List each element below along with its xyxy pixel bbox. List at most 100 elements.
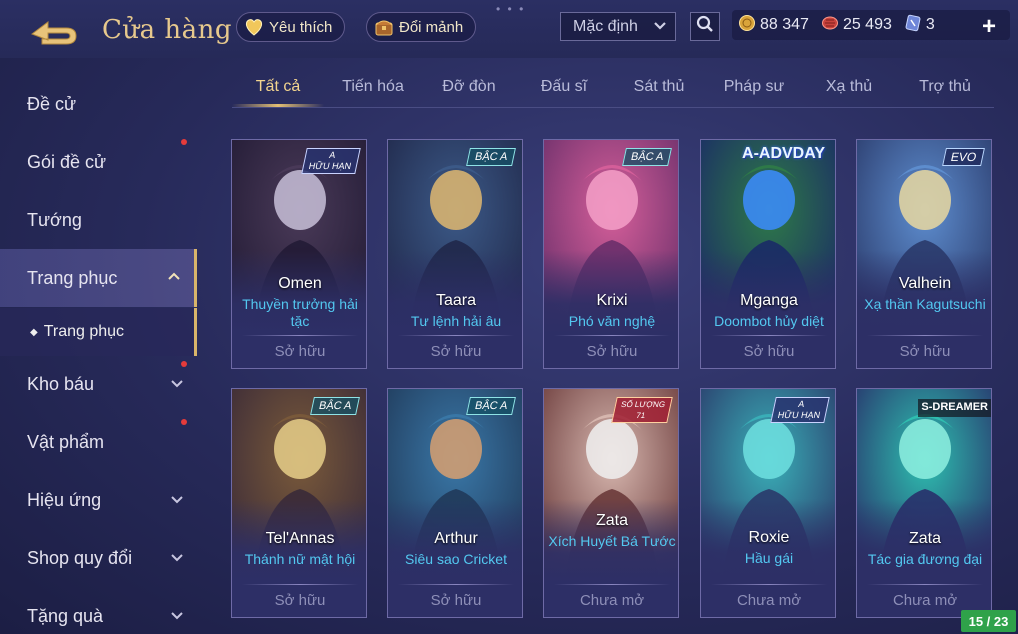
skin-card[interactable]: BẬC A Taara Tư lệnh hải âu Sở hữu [387, 139, 523, 369]
notification-dot [181, 419, 187, 425]
voucher-amount: 25 493 [842, 16, 892, 33]
favorite-label: Yêu thích [269, 18, 333, 36]
back-arrow-icon[interactable] [28, 16, 80, 46]
skin-card[interactable]: BẬC A Arthur Siêu sao Cricket Sở hữu [387, 388, 523, 618]
hero-name: Tel'Annas [265, 530, 335, 547]
skin-card[interactable]: A HỮU HẠN Roxie Hầu gái Chưa mở [700, 388, 836, 618]
chevron-down-icon [171, 554, 183, 562]
sidebar-item-gifts[interactable]: Tặng quà [0, 587, 197, 634]
skin-name: Hầu gái [744, 550, 794, 566]
card-divider [398, 335, 514, 336]
sort-dropdown[interactable]: Mặc định [560, 12, 676, 41]
sidebar-item-label: Shop quy đổi [27, 547, 133, 568]
chevron-up-icon [168, 272, 180, 280]
add-currency-button[interactable]: + [982, 13, 996, 41]
ownership-status: Sở hữu [430, 592, 482, 609]
sidebar-item-items[interactable]: Vật phẩm [0, 413, 197, 471]
hero-name: Mganga [740, 292, 798, 309]
rank-badge: EVO [941, 148, 985, 166]
card-divider [398, 584, 514, 585]
skin-card[interactable]: A-ADVDAY Mganga Doombot hủy diệt Sở hữu [700, 139, 836, 369]
page-counter: 15 / 23 [961, 610, 1016, 632]
ownership-status: Sở hữu [743, 343, 795, 360]
ownership-status: Sở hữu [899, 343, 951, 360]
sidebar-item-label: Kho báu [27, 373, 95, 394]
hero-name: Roxie [748, 529, 790, 546]
ownership-status: Sở hữu [274, 343, 326, 360]
chevron-down-icon [653, 18, 667, 36]
sidebar-item-label: Hiệu ứng [27, 489, 102, 510]
rank-badge: BẬC A [621, 148, 672, 166]
sidebar-item-heroes[interactable]: Tướng [0, 191, 197, 249]
exchange-label: Đổi mảnh [399, 18, 464, 36]
active-tab-indicator [232, 104, 324, 107]
sidebar-item-treasure[interactable]: Kho báu [0, 355, 197, 413]
page-title: Cửa hàng [102, 15, 233, 45]
tab-fighter[interactable]: Đấu sĩ [541, 78, 587, 96]
gold-coin-icon [738, 14, 756, 37]
card-divider [867, 335, 983, 336]
skin-card[interactable]: S-DREAMER Zata Tác gia đương đại Chưa mở [856, 388, 992, 618]
voucher-icon [821, 14, 839, 37]
skin-card[interactable]: SỐ LƯỢNG 71 Zata Xích Huyết Bá Tước Chưa mở [543, 388, 679, 618]
card-divider [711, 584, 827, 585]
favorite-button[interactable]: Yêu thích [236, 12, 346, 42]
sidebar-item-effects[interactable]: Hiệu ứng [0, 471, 197, 529]
skin-name: Xạ thần Kagutsuchi [864, 296, 986, 312]
chevron-down-icon [171, 612, 183, 620]
ticket-icon [904, 14, 922, 37]
skin-card[interactable]: BẬC A Krixi Phó văn nghệ Sở hữu [543, 139, 679, 369]
sidebar-subitem-label: Trang phục [43, 323, 125, 340]
tab-marksman[interactable]: Xạ thủ [826, 78, 872, 96]
sidebar-item-label: Đề cử [27, 93, 77, 114]
skin-card[interactable]: BẬC A Tel'Annas Thánh nữ mật hội Sở hữu [231, 388, 367, 618]
category-tabs: Tất cả Tiến hóa Đỡ đòn Đấu sĩ Sát thủ Ph… [232, 68, 994, 108]
exchange-shards-button[interactable]: Đổi mảnh [366, 12, 477, 42]
card-divider [242, 584, 358, 585]
search-button[interactable] [690, 12, 720, 41]
sidebar: Đề cử Gói đề cử Tướng Trang phục ◆ Trang… [0, 68, 197, 634]
tab-support[interactable]: Trợ thủ [919, 78, 971, 96]
hero-name: Krixi [596, 292, 628, 309]
top-bar: Cửa hàng • • • Yêu thích Đổi mảnh Mặc đị… [0, 0, 1018, 58]
rank-badge: A HỮU HẠN [770, 397, 830, 423]
ownership-status: Sở hữu [586, 343, 638, 360]
sidebar-subitem-skins[interactable]: ◆ Trang phục [0, 308, 197, 356]
hero-name: Zata [595, 512, 628, 529]
ownership-status: Chưa mở [892, 592, 958, 609]
ticket-currency: 3 [904, 14, 935, 37]
skin-card[interactable]: A HỮU HẠN Omen Thuyền trưởng hải tặc Sở hữu [231, 139, 367, 369]
tab-tank[interactable]: Đỡ đòn [442, 78, 495, 96]
sidebar-item-label: Gói đề cử [27, 151, 107, 172]
gold-currency: 88 347 [738, 14, 809, 37]
card-divider [867, 584, 983, 585]
skin-grid: A HỮU HẠN Omen Thuyền trưởng hải tặc Sở hữu… [231, 139, 995, 619]
card-divider [554, 335, 670, 336]
rank-badge: BẬC A [465, 148, 516, 166]
heart-icon [243, 16, 265, 38]
skin-name: Doombot hủy diệt [714, 313, 824, 329]
skin-name: Thuyền trưởng hải tặc [242, 296, 358, 329]
sidebar-item-recommended-bundles[interactable]: Gói đề cử [0, 133, 197, 191]
rank-badge: S-DREAMER [918, 399, 991, 417]
tab-mage[interactable]: Pháp sư [724, 78, 785, 96]
sidebar-item-exchange-shop[interactable]: Shop quy đổi [0, 529, 197, 587]
currency-bar: 88 347 25 493 3 + [732, 10, 1010, 40]
notification-dot [181, 361, 187, 367]
chevron-down-icon [171, 380, 183, 388]
tab-evolution[interactable]: Tiến hóa [342, 78, 404, 96]
skin-name: Xích Huyết Bá Tước [548, 533, 676, 549]
tab-all[interactable]: Tất cả [256, 78, 300, 96]
ownership-status: Chưa mở [579, 592, 645, 609]
bullet-icon: ◆ [30, 326, 38, 338]
skin-name: Siêu sao Cricket [405, 551, 507, 567]
sort-value: Mặc định [573, 17, 638, 35]
hero-name: Arthur [434, 530, 478, 547]
tab-assassin[interactable]: Sát thủ [634, 78, 685, 96]
skin-card[interactable]: EVO Valhein Xạ thần Kagutsuchi Sở hữu [856, 139, 992, 369]
sidebar-item-skins[interactable]: Trang phục [0, 249, 197, 307]
rank-badge: A HỮU HẠN [301, 148, 361, 174]
skin-name: Phó văn nghệ [568, 313, 656, 329]
search-icon [696, 15, 714, 38]
sidebar-item-recommended[interactable]: Đề cử [0, 75, 197, 133]
